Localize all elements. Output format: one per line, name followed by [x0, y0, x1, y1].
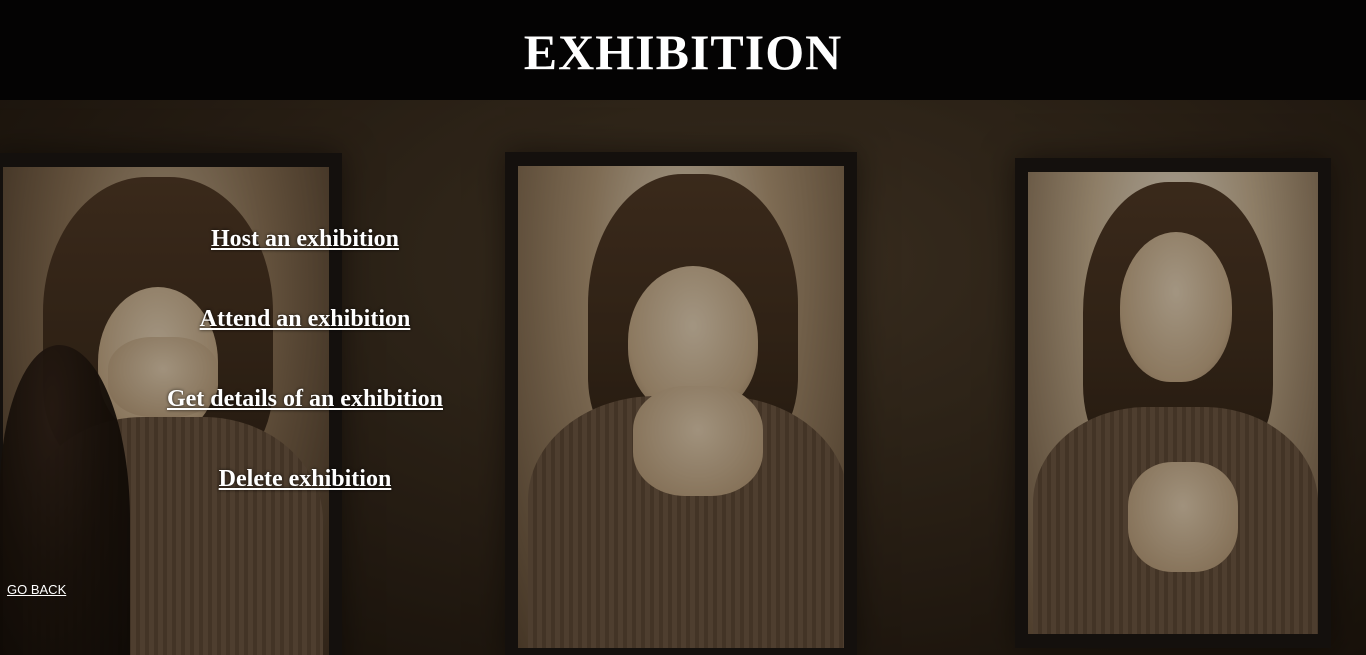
page-header: EXHIBITION	[0, 0, 1366, 100]
host-exhibition-link[interactable]: Host an exhibition	[0, 226, 610, 253]
exhibition-details-link[interactable]: Get details of an exhibition	[0, 386, 610, 413]
portrait-hands	[633, 386, 763, 496]
portrait-frame-right	[1015, 158, 1331, 648]
attend-exhibition-link[interactable]: Attend an exhibition	[0, 306, 610, 333]
delete-exhibition-link[interactable]: Delete exhibition	[0, 466, 610, 493]
exhibition-page: EXHIBITION Host an exhibition Attend an …	[0, 0, 1366, 655]
portrait-photo-right	[1028, 172, 1318, 634]
go-back-link[interactable]: GO BACK	[7, 582, 66, 597]
page-title: EXHIBITION	[523, 24, 843, 80]
portrait-face	[1120, 232, 1232, 382]
portrait-hands	[1128, 462, 1238, 572]
